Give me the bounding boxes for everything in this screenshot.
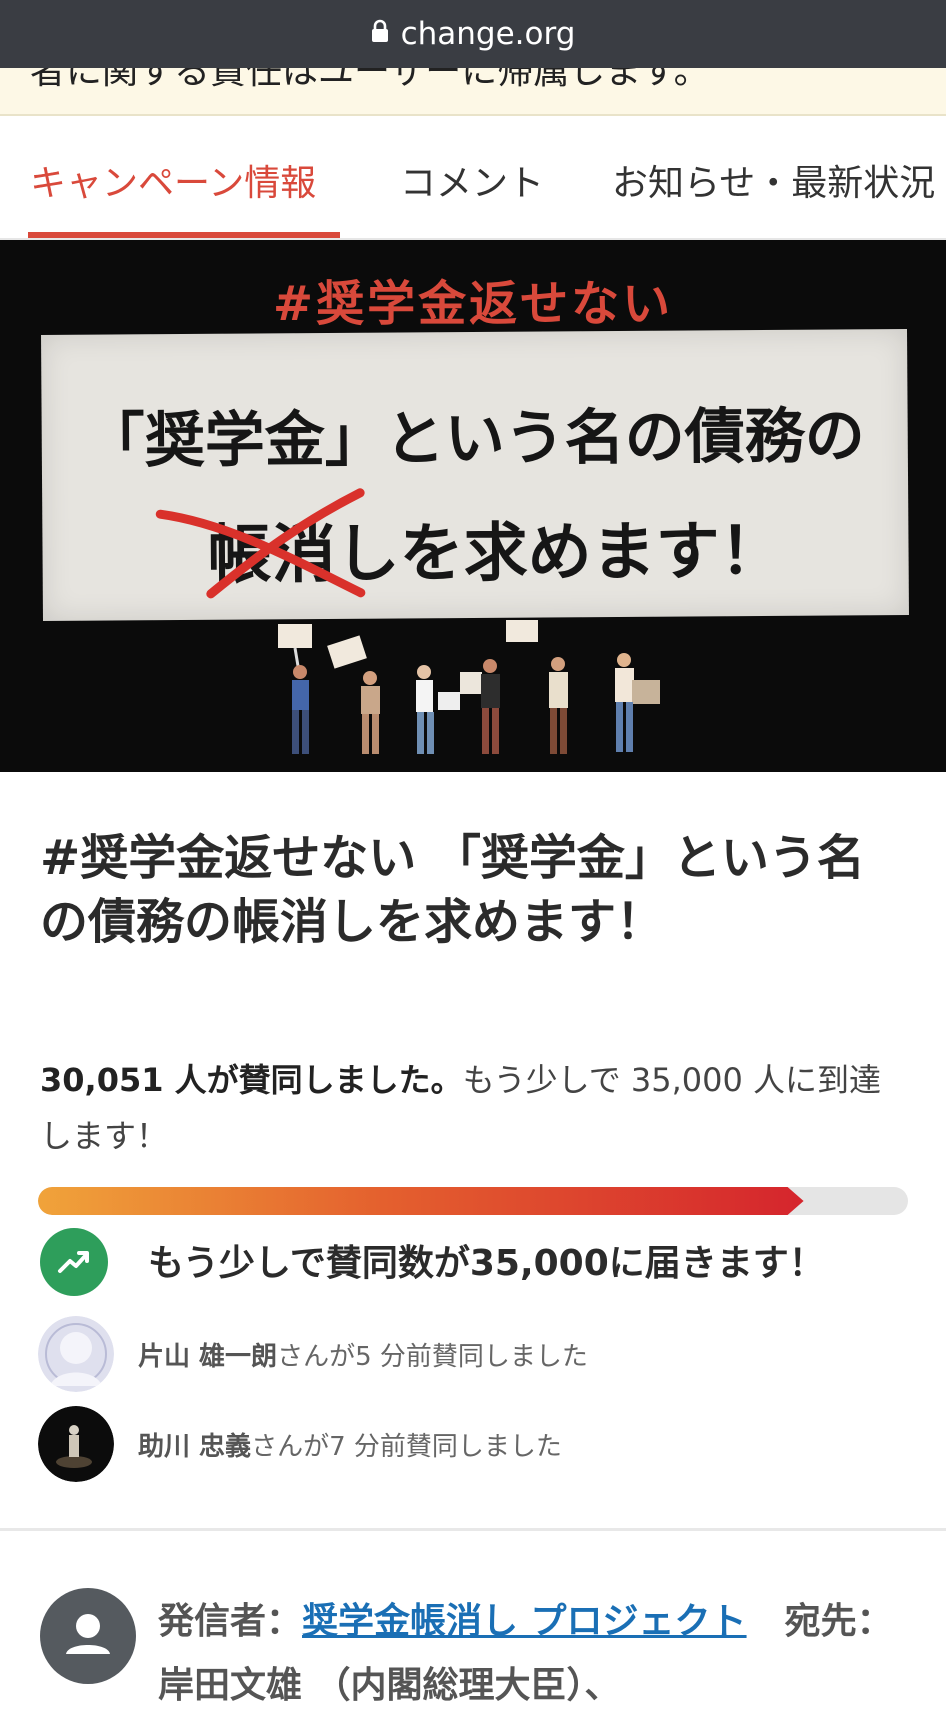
signer-suffix: さんが7 分前賛同しました [251, 1431, 562, 1462]
campaign-title: #奨学金返せない 「奨学金」という名の債務の帳消しを求めます！ [40, 830, 865, 950]
signer-name: 助川 忠義 [138, 1431, 252, 1462]
recent-signer: 片山 雄一朗さんが5 分前賛同しました [38, 1316, 588, 1392]
lock-icon [371, 19, 388, 42]
to-label: 宛先： [784, 1601, 893, 1642]
signer-suffix: さんが5 分前賛同しました [277, 1341, 588, 1372]
browser-url-bar[interactable]: change.org [0, 0, 946, 68]
creator-link[interactable]: 奨学金帳消し プロジェクト [302, 1601, 747, 1642]
active-tab-indicator [28, 232, 340, 238]
from-label: 発信者： [158, 1601, 303, 1642]
red-strike-mark [155, 488, 366, 599]
notice-banner: 者に関する責任はユーザーに帰属します。 [0, 68, 946, 116]
photo-avatar [38, 1406, 114, 1482]
section-divider [0, 1528, 946, 1531]
tab-campaign-info[interactable]: キャンペーン情報 [30, 154, 316, 206]
milestone-message: もう少しで賛同数が35,000に届きます！ [148, 1243, 825, 1284]
url-text: change.org [400, 16, 576, 52]
tab-updates[interactable]: お知らせ・最新状況 [612, 154, 935, 206]
user-icon [66, 1614, 110, 1654]
campaign-hero-image: #奨学金返せない 「奨学金」という名の債務の 帳消しを求めます！ [0, 240, 946, 772]
recent-signer-text: 助川 忠義さんが7 分前賛同しました [138, 1426, 562, 1463]
recent-signer-text: 片山 雄一朗さんが5 分前賛同しました [138, 1336, 588, 1373]
hero-line-1: 「奨学金」という名の債務の [84, 401, 865, 477]
recipient-name: 岸田文雄 （内閣総理大臣）、 [158, 1665, 621, 1706]
signature-progress-bar [38, 1187, 908, 1215]
hero-hashtag: #奨学金返せない [272, 276, 674, 332]
creator-avatar[interactable] [40, 1588, 136, 1684]
hero-paper-sign: 「奨学金」という名の債務の 帳消しを求めます！ [41, 328, 909, 622]
signature-progress-fill [38, 1187, 804, 1215]
notice-text: 者に関する責任はユーザーに帰属します。 [30, 68, 710, 92]
signer-name: 片山 雄一朗 [138, 1341, 278, 1372]
signature-count-strong: 30,051 人が賛同しました。 [40, 1061, 463, 1099]
campaign-tabs: キャンペーン情報 コメント お知らせ・最新状況 [0, 118, 946, 240]
campaign-creator-info: 発信者：奨学金帳消し プロジェクト 宛先： 岸田文雄 （内閣総理大臣）、 [158, 1590, 918, 1718]
protesters-illustration [278, 620, 660, 754]
recent-signer: 助川 忠義さんが7 分前賛同しました [38, 1406, 562, 1482]
tab-comments[interactable]: コメント [400, 154, 544, 206]
signature-count: 30,051 人が賛同しました。もう少しで 35,000 人に到達します！ [40, 1052, 910, 1164]
trending-up-icon [40, 1228, 108, 1296]
default-avatar [38, 1316, 114, 1392]
